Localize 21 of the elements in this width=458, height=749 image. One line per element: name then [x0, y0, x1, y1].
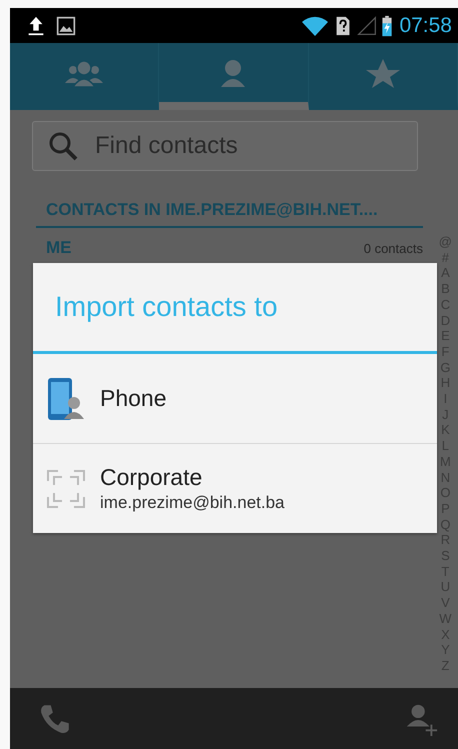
image-icon	[56, 14, 76, 36]
tab[interactable]	[159, 43, 309, 110]
phone-contact-icon	[46, 376, 86, 420]
upload-icon	[26, 14, 46, 36]
search-icon	[48, 131, 78, 161]
option-label: Phone	[100, 385, 167, 412]
signal-icon	[357, 14, 378, 36]
option-sublabel: ime.prezime@bih.net.ba	[100, 493, 285, 513]
section-header: CONTACTS IN IME.PREZIME@BIH.NET....	[36, 200, 423, 228]
dialog-title: Import contacts to	[54, 290, 279, 324]
index-letter[interactable]: @	[438, 234, 452, 250]
list-item[interactable]: Corporate ime.prezime@bih.net.ba	[33, 443, 437, 533]
wifi-icon	[301, 14, 330, 36]
search-field[interactable]: Find contacts	[32, 121, 418, 171]
index-letter[interactable]: #	[442, 250, 450, 266]
option-label: Corporate	[100, 464, 204, 491]
battery-icon	[381, 14, 394, 36]
clock-text: 07:58	[399, 14, 452, 38]
list-item[interactable]: Phone	[33, 354, 437, 443]
me-label: ME	[46, 238, 72, 258]
contact-count: 0 contacts	[364, 240, 423, 256]
